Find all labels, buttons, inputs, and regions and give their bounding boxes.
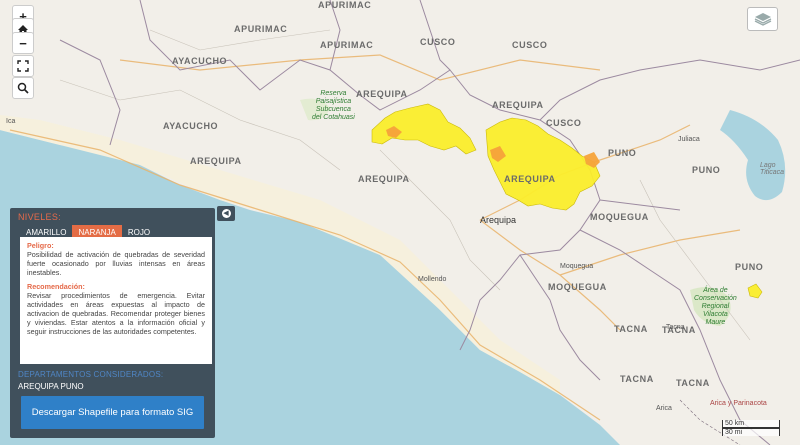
search-button[interactable]	[12, 77, 34, 99]
region-label: AREQUIPA	[504, 174, 556, 184]
download-shapefile-button[interactable]: Descargar Shapefile para formato SIG	[21, 396, 204, 429]
region-label: APURIMAC	[318, 0, 372, 10]
recomendacion-label: Recomendación:	[27, 282, 85, 291]
lake-label: Lago Titicaca	[760, 162, 785, 176]
level-info-box: Peligro: Posibilidad de activación de qu…	[20, 237, 212, 364]
region-label: AREQUIPA	[492, 100, 544, 110]
region-label: PUNO	[692, 165, 721, 175]
city-label: Moquegua	[560, 263, 594, 270]
region-label: PUNO	[608, 148, 637, 158]
region-label: CUSCO	[546, 118, 582, 128]
city-label: Mollendo	[418, 276, 447, 283]
chevron-left-icon: ◀	[221, 209, 231, 218]
city-label: Tacna	[666, 324, 685, 331]
region-label: CUSCO	[512, 40, 548, 50]
scale-km: 50 km	[722, 420, 780, 428]
fullscreen-button[interactable]	[12, 55, 34, 77]
layers-button[interactable]	[747, 7, 778, 31]
region-label: AREQUIPA	[190, 156, 242, 166]
city-label: Ica	[6, 118, 16, 125]
region-label: APURIMAC	[234, 24, 288, 34]
city-label: Arequipa	[480, 215, 517, 225]
region-label: TACNA	[676, 378, 710, 388]
park-label-cotahuasi: Reserva Paisajística Subcuenca del Cotah…	[312, 90, 355, 121]
region-label: CUSCO	[420, 37, 456, 47]
warning-panel: NIVELES: AMARILLO NARANJA ROJO Peligro: …	[10, 208, 215, 438]
region-label: PUNO	[735, 262, 764, 272]
region-label: AREQUIPA	[358, 174, 410, 184]
panel-title: NIVELES:	[18, 212, 61, 222]
scale-mi: 30 mi	[722, 428, 780, 436]
city-label: Juliaca	[678, 136, 700, 143]
departments-title: DEPARTAMENTOS CONSIDERADOS:	[18, 370, 164, 379]
region-label: MOQUEGUA	[590, 212, 649, 222]
peligro-label: Peligro:	[27, 241, 54, 250]
park-label-vilacota: Área de Conservación Regional Vilacota M…	[694, 287, 737, 326]
recomendacion-text: Revisar procedimientos de emergencia. Ev…	[27, 291, 205, 336]
region-label: MOQUEGUA	[548, 282, 607, 292]
collapse-panel-button[interactable]: ◀	[217, 206, 235, 221]
region-label: AYACUCHO	[172, 56, 228, 66]
search-icon	[17, 82, 29, 94]
region-label: APURIMAC	[320, 40, 374, 50]
city-label: Arica	[656, 405, 672, 412]
scale-bar: 50 km 30 mi	[722, 420, 780, 438]
region-label: AREQUIPA	[356, 89, 408, 99]
region-label-arica: Arica y Parinacota	[710, 400, 767, 407]
zoom-out-button[interactable]: −	[12, 32, 34, 54]
fullscreen-icon	[17, 60, 29, 72]
departments-list: AREQUIPA PUNO	[18, 382, 84, 391]
region-label: AYACUCHO	[163, 121, 219, 131]
peligro-text: Posibilidad de activación de quebradas d…	[27, 250, 205, 277]
region-label: TACNA	[614, 324, 648, 334]
layers-icon	[754, 13, 771, 26]
region-label: TACNA	[620, 374, 654, 384]
